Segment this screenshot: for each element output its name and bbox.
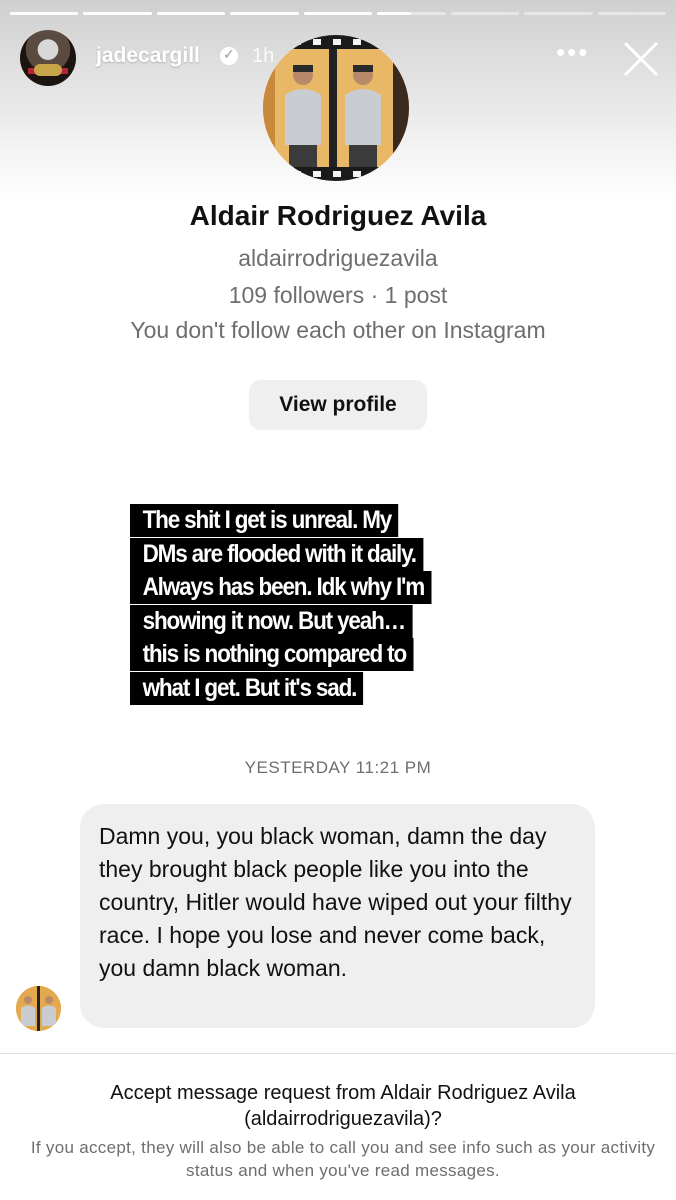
story-progress-fill <box>230 12 299 15</box>
story-progress-fill <box>10 12 79 15</box>
story-caption-text: The shit I get is unreal. My DMs are flo… <box>130 504 432 705</box>
story-progress-segment <box>83 12 152 15</box>
story-progress-segment <box>377 12 446 15</box>
story-author-avatar[interactable] <box>20 30 76 86</box>
profile-photo-image <box>263 35 409 181</box>
sender-avatar-image <box>16 986 61 1031</box>
story-progress-fill <box>377 12 412 15</box>
avatar-detail <box>34 64 62 76</box>
story-time-ago: 1h <box>252 45 275 67</box>
verified-badge-icon <box>220 46 238 65</box>
story-progress-fill <box>156 12 226 15</box>
story-progress-segment <box>10 12 79 15</box>
received-message-bubble[interactable]: Damn you, you black woman, damn the day … <box>80 804 595 1028</box>
divider <box>0 1053 676 1054</box>
message-request-prompt: Accept message request from Aldair Rodri… <box>110 1082 576 1130</box>
profile-name: Aldair Rodriguez Avila <box>189 200 487 231</box>
view-profile-button[interactable]: View profile <box>249 380 427 430</box>
story-progress-segment <box>450 12 520 15</box>
story-progress-fill <box>303 12 373 15</box>
story-username[interactable]: jadecargill <box>96 44 200 68</box>
story-caption: The shit I get is unreal. My DMs are flo… <box>130 504 436 705</box>
profile-handle: aldairrodriguezavila <box>238 245 438 271</box>
story-progress-fill <box>83 12 152 15</box>
story-progress-segment <box>524 12 593 15</box>
story-progress-bar <box>10 12 666 16</box>
message-timestamp: YESTERDAY 11:21 PM <box>244 758 432 777</box>
profile-stats: 109 followers · 1 post <box>228 282 448 308</box>
close-icon[interactable] <box>622 40 660 78</box>
profile-photo[interactable] <box>263 35 409 181</box>
story-progress-segment <box>230 12 299 15</box>
more-horizontal-icon[interactable]: ••• <box>556 39 590 68</box>
follow-relationship-note: You don't follow each other on Instagram <box>130 317 546 343</box>
story-progress-segment <box>303 12 373 15</box>
message-request-note: If you accept, they will also be able to… <box>30 1138 656 1180</box>
sender-avatar[interactable] <box>16 986 61 1031</box>
story-progress-segment <box>597 12 666 15</box>
story-progress-segment <box>156 12 226 15</box>
